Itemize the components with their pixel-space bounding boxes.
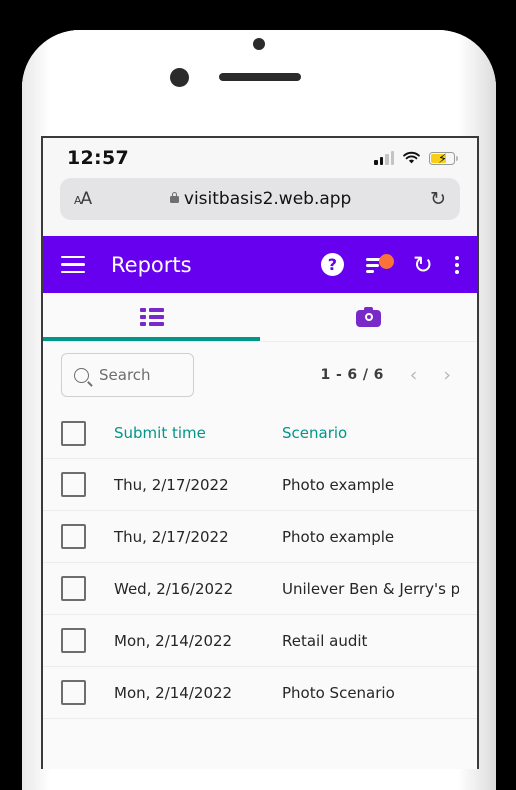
overflow-menu-icon[interactable] [455,255,459,274]
list-view-tab[interactable] [43,293,260,341]
search-placeholder: Search [99,366,151,384]
cell-scenario: Photo example [282,475,395,494]
lock-icon [169,191,179,203]
cell-submit-time: Thu, 2/17/2022 [114,527,229,546]
text-size-button[interactable]: AA [74,189,92,209]
address-bar[interactable]: AA visitbasis2.web.app ↻ [60,178,460,220]
filter-icon[interactable] [365,253,394,275]
status-icons: ⚡ [374,150,458,167]
reload-icon[interactable]: ↻ [430,189,446,209]
proximity-sensor-icon [253,38,265,50]
battery-charging-icon: ⚡ [429,151,458,167]
ios-status-bar: 12:57 ⚡ [43,138,477,178]
front-camera-icon [170,68,189,87]
row-checkbox[interactable] [61,524,86,549]
cell-submit-time: Mon, 2/14/2022 [114,631,233,650]
phone-screen: 12:57 ⚡ AA visitbasis2.web.app ↻ Reports… [41,136,479,769]
app-bar-actions: ? ↻ [320,253,459,277]
table-header-row: Submit time Scenario [43,408,477,458]
column-header-submit-time[interactable]: Submit time [114,424,282,442]
column-header-scenario[interactable]: Scenario [282,424,459,442]
browser-chrome: AA visitbasis2.web.app ↻ [43,178,477,236]
pagination: 1 - 6 / 6 ‹ › [320,365,459,385]
url-text: visitbasis2.web.app [183,189,352,209]
view-tabs [43,293,477,342]
table-toolbar: Search 1 - 6 / 6 ‹ › [43,342,477,408]
search-icon [74,367,89,383]
wifi-icon [403,151,420,164]
cell-scenario: Photo example [282,527,395,546]
app-bar: Reports ? ↻ [43,236,477,293]
photo-view-tab[interactable] [260,293,477,341]
select-all-checkbox[interactable] [61,420,86,446]
table-row[interactable]: Mon, 2/14/2022 Retail audit [43,614,477,666]
table-row[interactable]: Wed, 2/16/2022 Unilever Ben & Jerry's pl… [43,562,477,614]
hamburger-menu-icon[interactable] [61,255,85,274]
previous-page-button[interactable]: ‹ [410,365,418,385]
cell-scenario: Photo Scenario [282,683,395,702]
cell-scenario: Unilever Ben & Jerry's planogra. [282,579,459,598]
search-input[interactable]: Search [61,353,194,397]
screenshot-root: 12:57 ⚡ AA visitbasis2.web.app ↻ Reports… [0,0,516,790]
table-row[interactable]: Thu, 2/17/2022 Photo example [43,458,477,510]
cell-submit-time: Thu, 2/17/2022 [114,475,229,494]
page-title: Reports [111,252,192,277]
table-row[interactable]: Mon, 2/14/2022 Photo Scenario [43,666,477,718]
next-page-button[interactable]: › [443,365,451,385]
row-checkbox[interactable] [61,628,86,653]
cell-scenario: Retail audit [282,631,368,650]
filter-active-badge [378,253,394,269]
pagination-label: 1 - 6 / 6 [320,367,384,383]
cell-submit-time: Mon, 2/14/2022 [114,683,233,702]
status-clock: 12:57 [67,147,129,169]
camera-icon [356,307,381,327]
list-view-icon [139,308,164,326]
row-checkbox[interactable] [61,576,86,601]
cell-submit-time: Wed, 2/16/2022 [114,579,234,598]
url-display[interactable]: visitbasis2.web.app [91,189,430,209]
cellular-signal-icon [374,150,394,165]
row-checkbox[interactable] [61,680,86,705]
row-checkbox[interactable] [61,472,86,497]
table-row[interactable]: Thu, 2/17/2022 Photo example [43,510,477,562]
refresh-icon[interactable]: ↻ [413,253,433,277]
help-icon[interactable]: ? [320,253,344,276]
reports-table: Submit time Scenario Thu, 2/17/2022 Phot… [43,408,477,737]
earpiece-speaker [219,73,301,81]
tab-active-indicator [43,337,260,341]
table-row-partial[interactable] [43,718,477,737]
